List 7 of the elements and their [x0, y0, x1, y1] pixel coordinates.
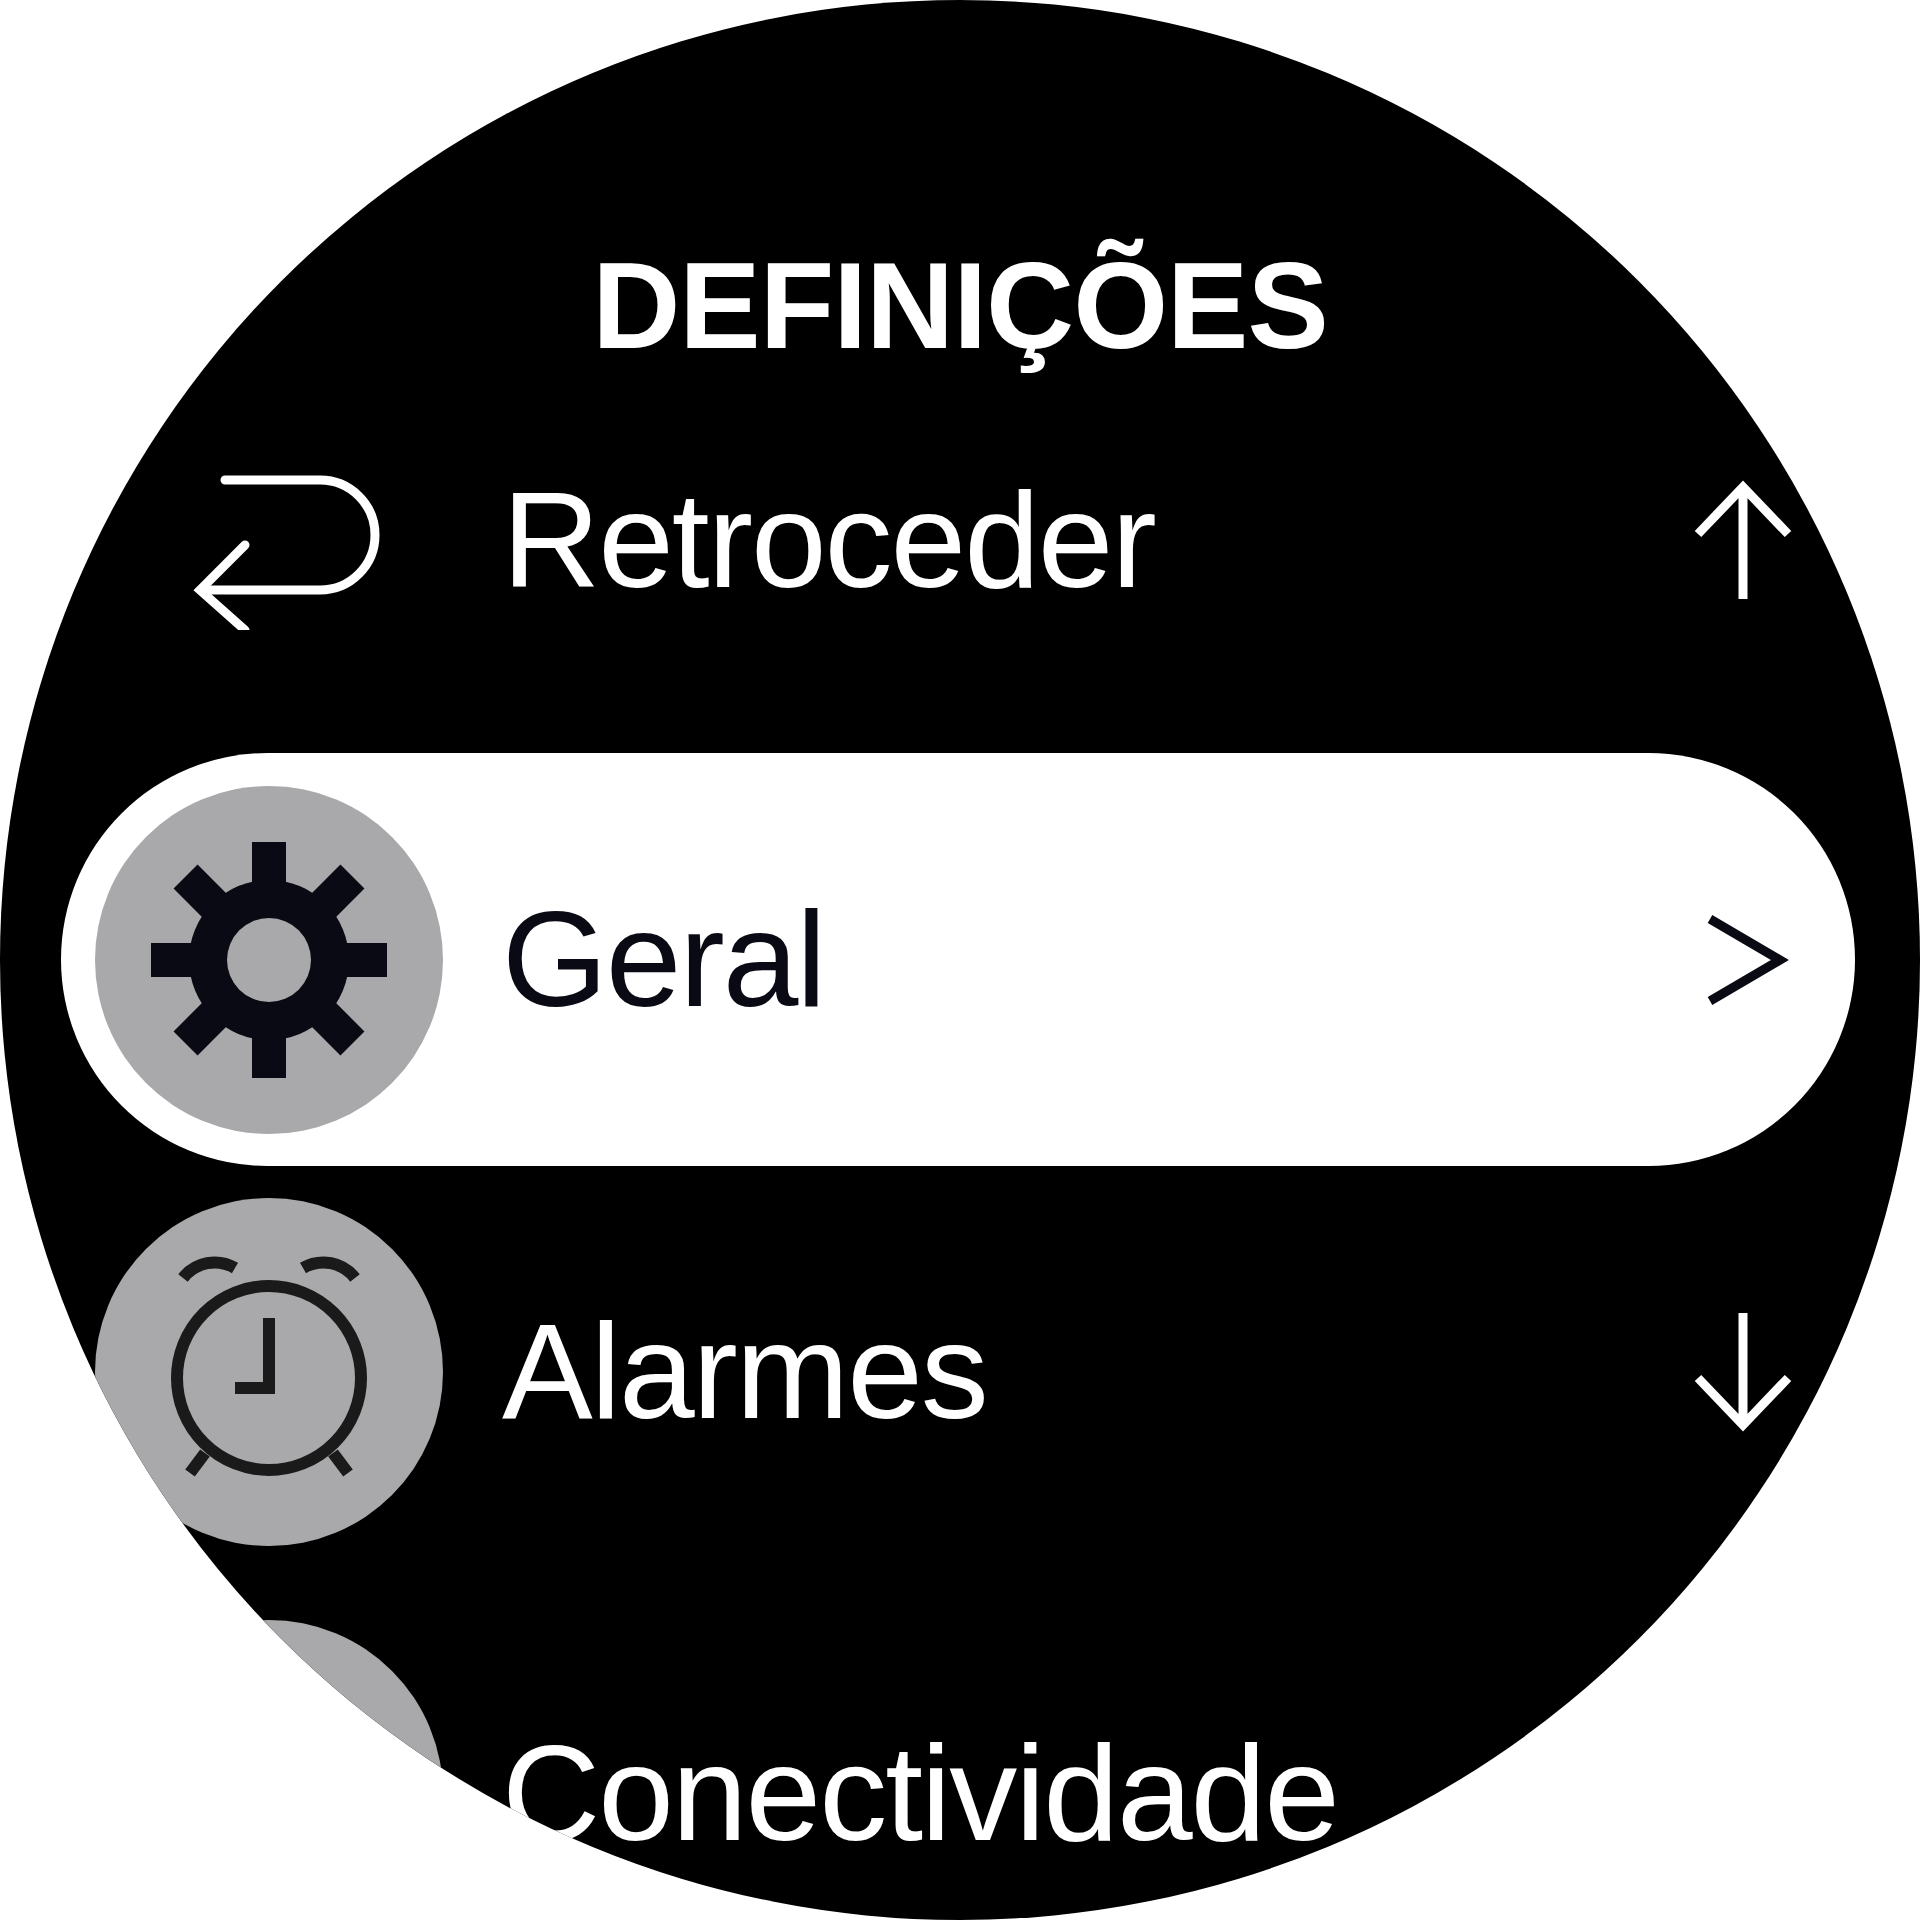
menu-item[interactable]: Conectividade	[61, 1616, 1855, 1920]
menu-item[interactable]: Retroceder	[61, 450, 1855, 630]
gear-icon	[95, 785, 443, 1134]
alarm-clock-icon	[95, 1197, 443, 1546]
screen-title: DEFINIÇÕES	[592, 237, 1328, 376]
selected-menu-item[interactable]: Geral	[61, 753, 1855, 1166]
menu-item[interactable]: Alarmes	[61, 1194, 1855, 1549]
